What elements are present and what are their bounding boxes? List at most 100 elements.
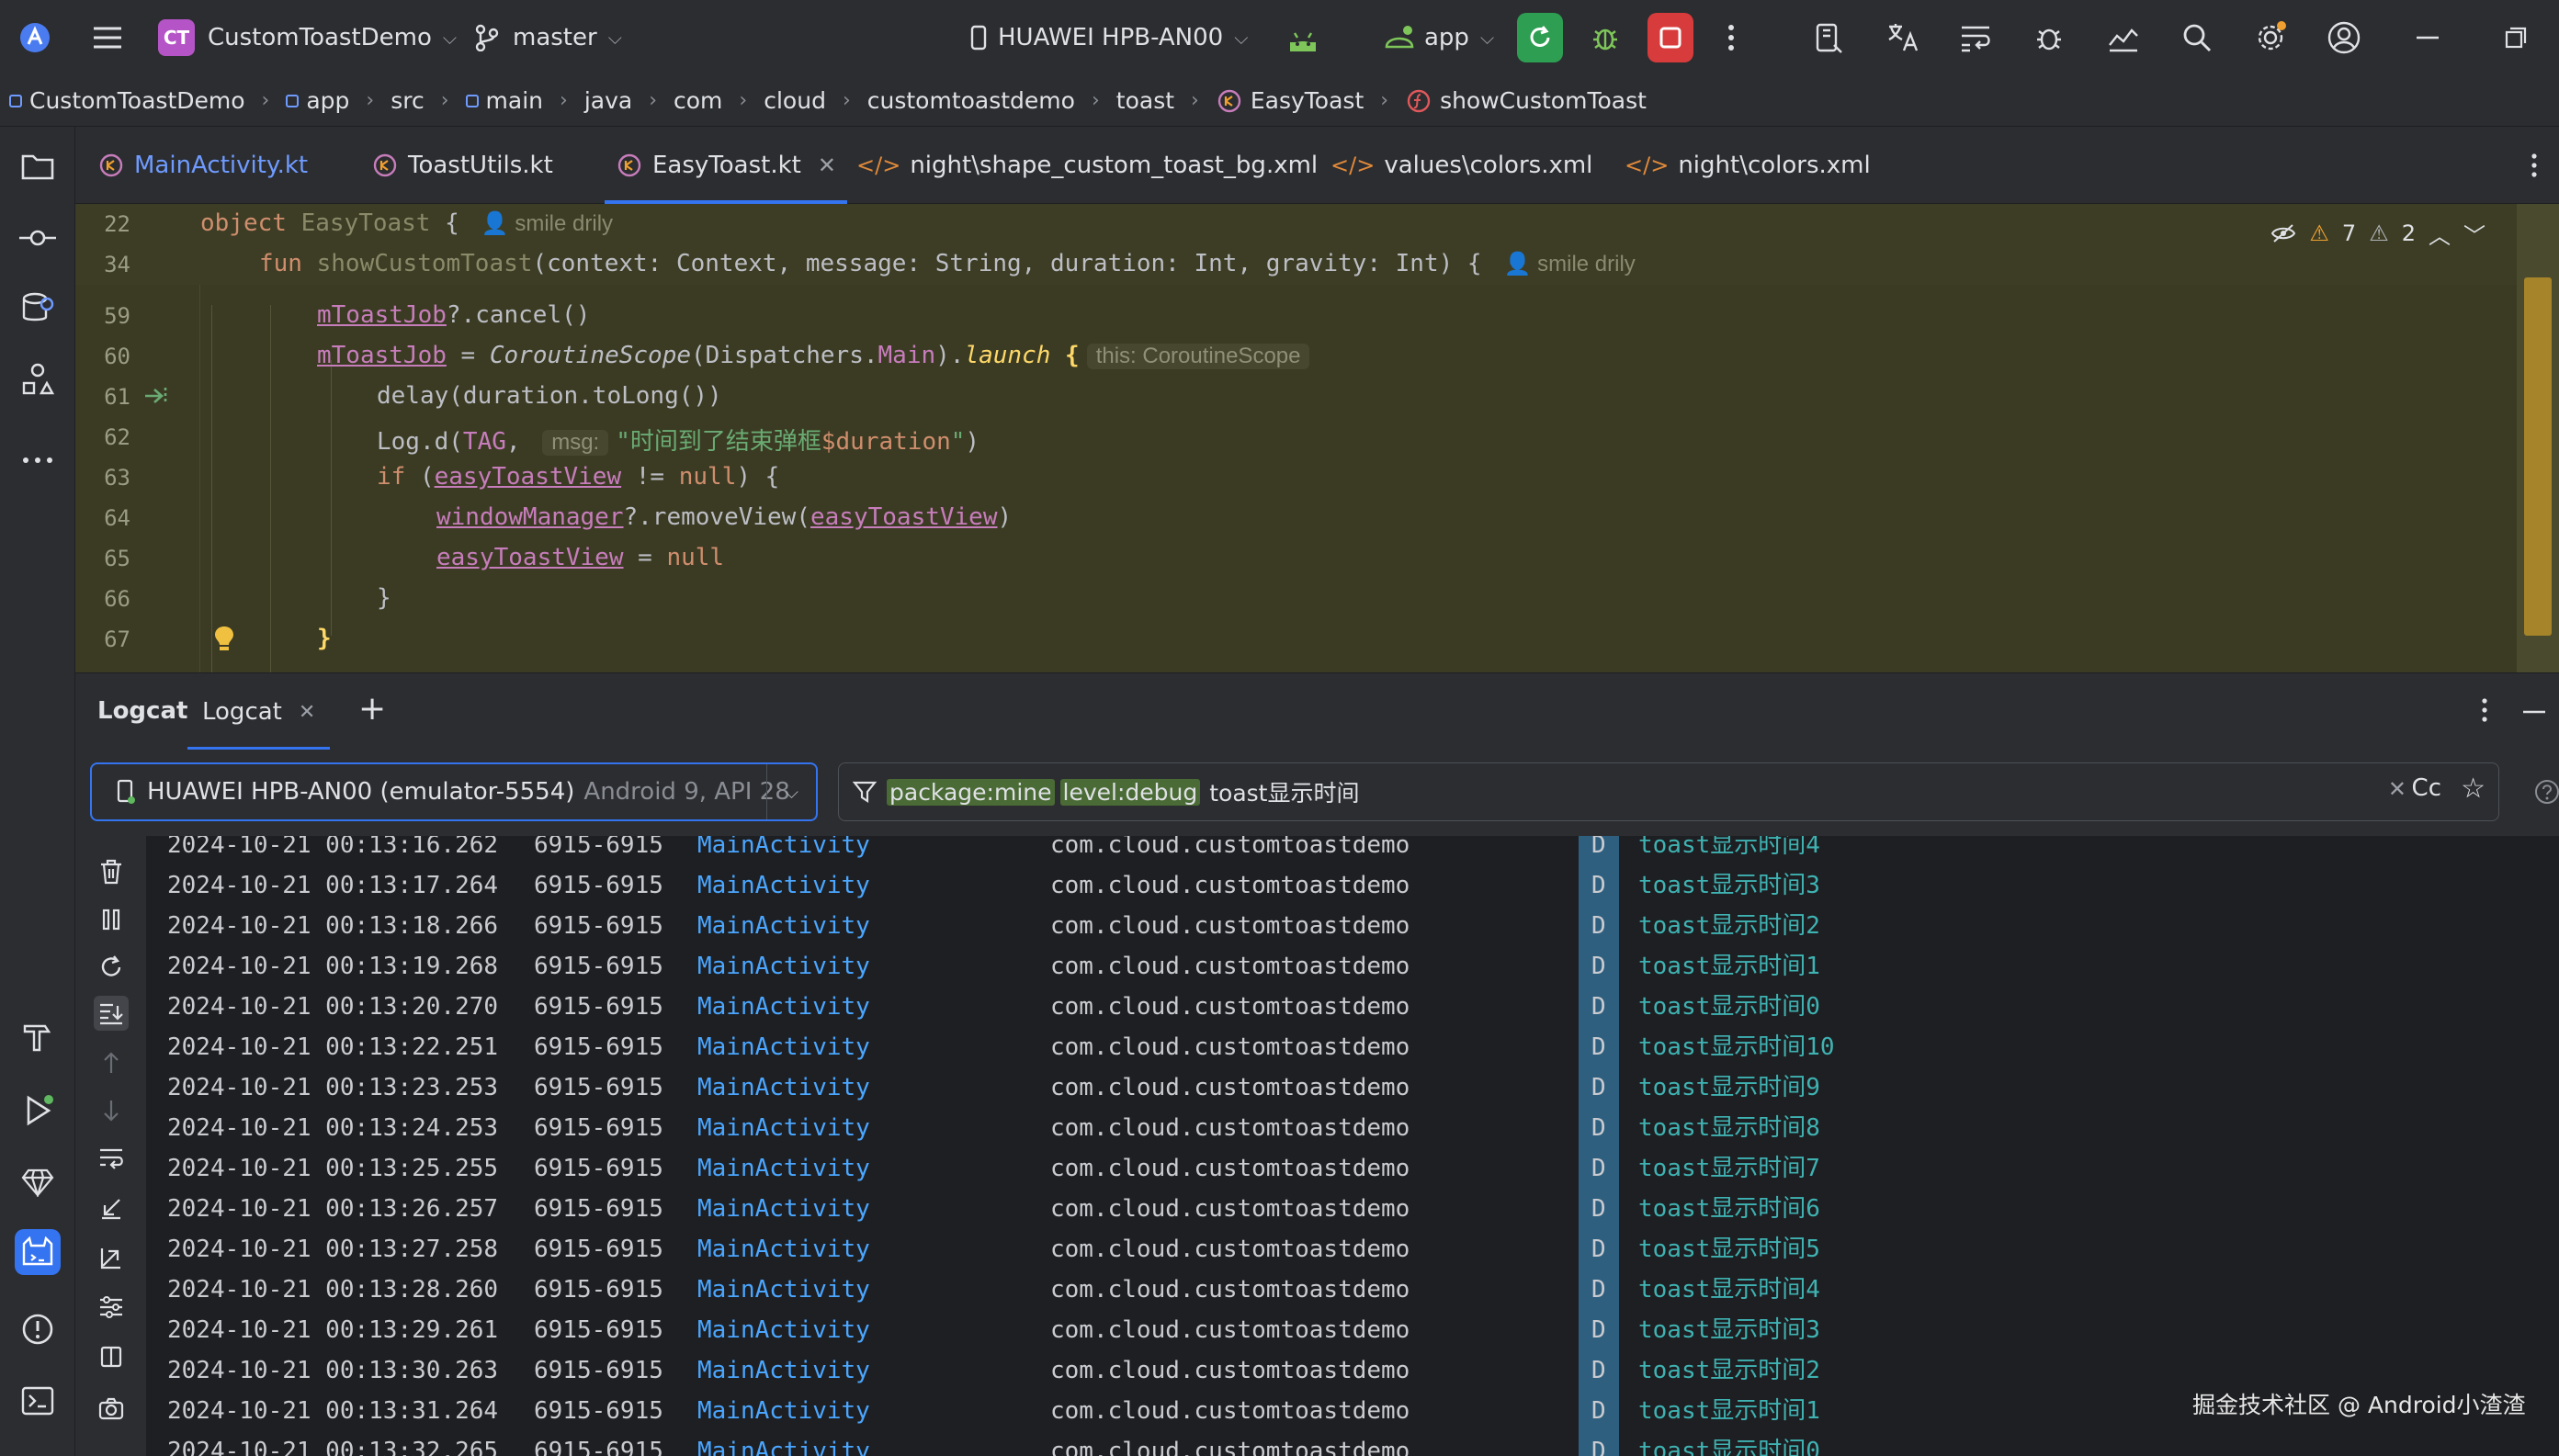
log-row[interactable]: 2024-10-21 00:13:28.260 6915-6915 MainActi… <box>147 1270 2559 1310</box>
help-icon[interactable] <box>2534 779 2559 805</box>
log-row[interactable]: 2024-10-21 00:13:16.262 6915-6915 MainActi… <box>147 836 2559 865</box>
log-row[interactable]: 2024-10-21 00:13:32.265 6915-6915 MainActi… <box>147 1431 2559 1456</box>
problems-icon[interactable] <box>15 1306 61 1352</box>
search-icon[interactable] <box>2181 0 2213 75</box>
log-row[interactable]: 2024-10-21 00:13:22.251 6915-6915 MainActi… <box>147 1027 2559 1067</box>
commit-icon[interactable] <box>15 215 61 261</box>
device-manager-icon[interactable] <box>1812 0 1845 75</box>
run-window-icon[interactable] <box>15 1088 61 1134</box>
filter-chip[interactable]: level:debug <box>1059 778 1201 806</box>
tab-values-colors[interactable]: </> values\colors.xml <box>1330 127 1592 204</box>
scrollbar-thumb[interactable] <box>2524 277 2552 636</box>
logcat-output[interactable]: 2024-10-21 00:13:16.262 6915-6915 MainActi… <box>147 836 2559 1456</box>
log-row[interactable]: 2024-10-21 00:13:29.261 6915-6915 MainActi… <box>147 1310 2559 1350</box>
breadcrumb-item[interactable]: CustomToastDemo <box>9 87 245 114</box>
scroll-to-end-icon[interactable] <box>94 996 129 1031</box>
log-row[interactable]: 2024-10-21 00:13:27.258 6915-6915 MainActi… <box>147 1229 2559 1270</box>
log-row[interactable]: 2024-10-21 00:13:19.268 6915-6915 MainActi… <box>147 946 2559 987</box>
structure-icon[interactable] <box>15 356 61 402</box>
filter-chip[interactable]: package:mine <box>887 778 1055 806</box>
project-selector[interactable]: CT CustomToastDemo ⌵ <box>158 0 457 75</box>
logcat-options-icon[interactable] <box>2481 697 2488 723</box>
tab-options-icon[interactable] <box>2531 127 2538 204</box>
tab-logcat[interactable]: Logcat ✕ <box>187 673 331 751</box>
build-hammer-icon[interactable] <box>15 1014 61 1060</box>
restart-icon[interactable] <box>94 950 129 985</box>
profiler-icon[interactable] <box>2106 0 2141 75</box>
log-row[interactable]: 2024-10-21 00:13:20.270 6915-6915 MainActi… <box>147 987 2559 1027</box>
log-row[interactable]: 2024-10-21 00:13:26.257 6915-6915 MainActi… <box>147 1189 2559 1229</box>
filter-input[interactable]: package:mine level:debug toast显示时间 ✕ Cc … <box>838 762 2499 821</box>
gem-icon[interactable] <box>15 1159 61 1205</box>
log-row[interactable]: 2024-10-21 00:13:23.253 6915-6915 MainActi… <box>147 1067 2559 1108</box>
inspections-widget[interactable]: ⚠ 7 ⚠ 2 ︿ ﹀ <box>2261 213 2495 254</box>
run-config-selector[interactable]: app ⌵ <box>1384 0 1494 75</box>
stop-button[interactable] <box>1647 13 1693 62</box>
minimize-window-icon[interactable] <box>2417 0 2439 75</box>
android-icon[interactable] <box>1286 0 1319 75</box>
breadcrumb-item[interactable]: cloud <box>764 87 826 114</box>
breadcrumb-item[interactable]: EasyToast <box>1216 87 1364 115</box>
expand-icon[interactable] <box>94 1240 129 1275</box>
format-settings-icon[interactable] <box>94 1290 129 1325</box>
log-row[interactable]: 2024-10-21 00:13:25.255 6915-6915 MainActi… <box>147 1148 2559 1189</box>
tab-easytoast[interactable]: EasyToast.kt ✕ <box>605 127 847 204</box>
eye-hidden-icon[interactable] <box>2270 223 2296 243</box>
filter-funnel-icon[interactable] <box>852 779 878 805</box>
favorite-filter-star-icon[interactable]: ☆ <box>2461 773 2485 805</box>
suspend-call-icon[interactable] <box>143 384 171 408</box>
restore-window-icon[interactable] <box>2505 0 2527 75</box>
debug-bug-icon[interactable] <box>2032 0 2066 75</box>
breadcrumb-item[interactable]: showCustomToast <box>1405 87 1647 115</box>
breadcrumb-item[interactable]: customtoastdemo <box>867 87 1075 114</box>
resource-manager-icon[interactable] <box>15 285 61 331</box>
close-tab-icon[interactable]: ✕ <box>299 701 315 724</box>
main-menu-icon[interactable] <box>92 0 123 75</box>
app-logo-icon[interactable] <box>18 0 51 75</box>
project-folder-icon[interactable] <box>15 143 61 189</box>
tab-mainactivity[interactable]: MainActivity.kt <box>97 127 308 204</box>
clear-filter-icon[interactable]: ✕ <box>2388 776 2406 802</box>
breadcrumb-item[interactable]: com <box>674 87 722 114</box>
split-panels-icon[interactable] <box>94 1339 129 1374</box>
new-tab-plus-icon[interactable]: + <box>358 690 386 728</box>
error-stripe[interactable] <box>2517 204 2559 672</box>
lightbulb-icon[interactable] <box>213 625 235 652</box>
account-icon[interactable] <box>2327 0 2361 75</box>
collapse-icon[interactable] <box>94 1191 129 1225</box>
breadcrumb-item[interactable]: main <box>465 87 543 114</box>
log-row[interactable]: 2024-10-21 00:13:24.253 6915-6915 MainActi… <box>147 1108 2559 1148</box>
pause-icon[interactable] <box>94 902 129 937</box>
rerun-button[interactable] <box>1517 13 1563 62</box>
breadcrumb-item[interactable]: toast <box>1116 87 1174 114</box>
translate-icon[interactable] <box>1885 0 1920 75</box>
log-row[interactable]: 2024-10-21 00:13:18.266 6915-6915 MainActi… <box>147 906 2559 946</box>
match-case-toggle[interactable]: Cc <box>2412 774 2441 802</box>
device-selector[interactable]: HUAWEI HPB-AN00 ⌵ <box>970 0 1248 75</box>
screenshot-camera-icon[interactable] <box>94 1391 129 1426</box>
settings-icon[interactable] <box>2253 0 2288 75</box>
branch-selector[interactable]: master ⌵ <box>474 0 622 75</box>
more-tools-icon[interactable] <box>15 437 61 483</box>
logcat-window-icon[interactable] <box>15 1229 61 1275</box>
terminal-icon[interactable] <box>15 1378 61 1424</box>
more-actions-icon[interactable] <box>1727 0 1735 75</box>
soft-wrap-icon[interactable] <box>94 1141 129 1176</box>
wrap-lines-icon[interactable] <box>1959 0 1992 75</box>
debug-icon[interactable] <box>1590 0 1621 75</box>
arrow-up-icon[interactable] <box>94 1045 129 1080</box>
chevron-down-icon[interactable]: ⌵ <box>766 764 816 819</box>
arrow-down-icon[interactable] <box>94 1093 129 1128</box>
close-tab-icon[interactable]: ✕ <box>818 152 836 178</box>
device-dropdown[interactable]: HUAWEI HPB-AN00 (emulator-5554) Android … <box>90 762 818 821</box>
breadcrumb-item[interactable]: app <box>286 87 349 114</box>
log-row[interactable]: 2024-10-21 00:13:30.263 6915-6915 MainActi… <box>147 1350 2559 1391</box>
tab-shape-custom-toast-bg[interactable]: </> night\shape_custom_toast_bg.xml <box>856 127 1318 204</box>
log-row[interactable]: 2024-10-21 00:13:17.264 6915-6915 MainActi… <box>147 865 2559 906</box>
next-highlight-icon[interactable]: ﹀ <box>2463 218 2485 250</box>
breadcrumb-item[interactable]: src <box>391 87 425 114</box>
breadcrumb-item[interactable]: java <box>584 87 632 114</box>
hide-window-icon[interactable] <box>2523 710 2545 714</box>
code-editor[interactable]: 22 object EasyToast {👤 smile drily 34 fu… <box>75 204 2559 672</box>
previous-highlight-icon[interactable]: ︿ <box>2429 218 2451 250</box>
